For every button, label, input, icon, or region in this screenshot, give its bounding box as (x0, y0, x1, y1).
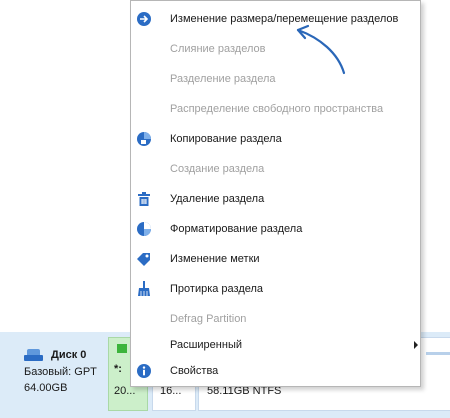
submenu-arrow-icon (414, 341, 418, 349)
menu-item-label: Удаление раздела (170, 193, 265, 205)
menu-item-label: Свойства (170, 365, 219, 377)
context-menu: Изменение размера/перемещение разделов С… (130, 0, 421, 387)
menu-item-label: Форматирование раздела (170, 223, 303, 235)
menu-item-resize-move[interactable]: Изменение размера/перемещение разделов (131, 5, 420, 33)
menu-item-label: Распределение свободного пространства (170, 103, 384, 115)
menu-item-delete-partition[interactable]: Удаление раздела (131, 185, 420, 213)
resize-move-icon (136, 11, 152, 27)
trash-icon (136, 191, 152, 207)
menu-item-create-partition[interactable]: Создание раздела (131, 155, 420, 183)
menu-item-label: Протирка раздела (170, 283, 264, 295)
menu-item-format-partition[interactable]: Форматирование раздела (131, 215, 420, 243)
menu-item-copy-partition[interactable]: Копирование раздела (131, 125, 420, 153)
menu-item-merge[interactable]: Слияние разделов (131, 35, 420, 63)
menu-item-label: Разделение раздела (170, 73, 276, 85)
annotation-arrow-icon (296, 24, 346, 75)
menu-item-label: Копирование раздела (170, 133, 282, 145)
partition-label: *: (114, 363, 122, 375)
menu-item-properties[interactable]: Свойства (131, 357, 420, 385)
menu-item-split[interactable]: Разделение раздела (131, 65, 420, 93)
tag-icon (136, 251, 152, 267)
menu-item-label: Defrag Partition (170, 313, 247, 325)
format-icon (136, 221, 152, 237)
menu-item-label: Создание раздела (170, 163, 265, 175)
usage-bar (117, 344, 127, 353)
menu-item-defrag-partition[interactable]: Defrag Partition (131, 305, 420, 333)
menu-item-label: Слияние разделов (170, 43, 266, 55)
copy-partition-icon (136, 131, 152, 147)
usage-bar (426, 352, 450, 355)
info-icon (136, 363, 152, 379)
menu-item-wipe-partition[interactable]: Протирка раздела (131, 275, 420, 303)
menu-item-advanced[interactable]: Расширенный (131, 331, 420, 359)
disk-name: Диск 0 (51, 348, 87, 361)
broom-icon (136, 281, 152, 297)
menu-item-label: Изменение метки (170, 253, 260, 265)
menu-item-allocate-free-space[interactable]: Распределение свободного пространства (131, 95, 420, 123)
menu-item-change-label[interactable]: Изменение метки (131, 245, 420, 273)
hard-disk-icon (24, 348, 43, 361)
menu-item-label: Расширенный (170, 339, 242, 351)
